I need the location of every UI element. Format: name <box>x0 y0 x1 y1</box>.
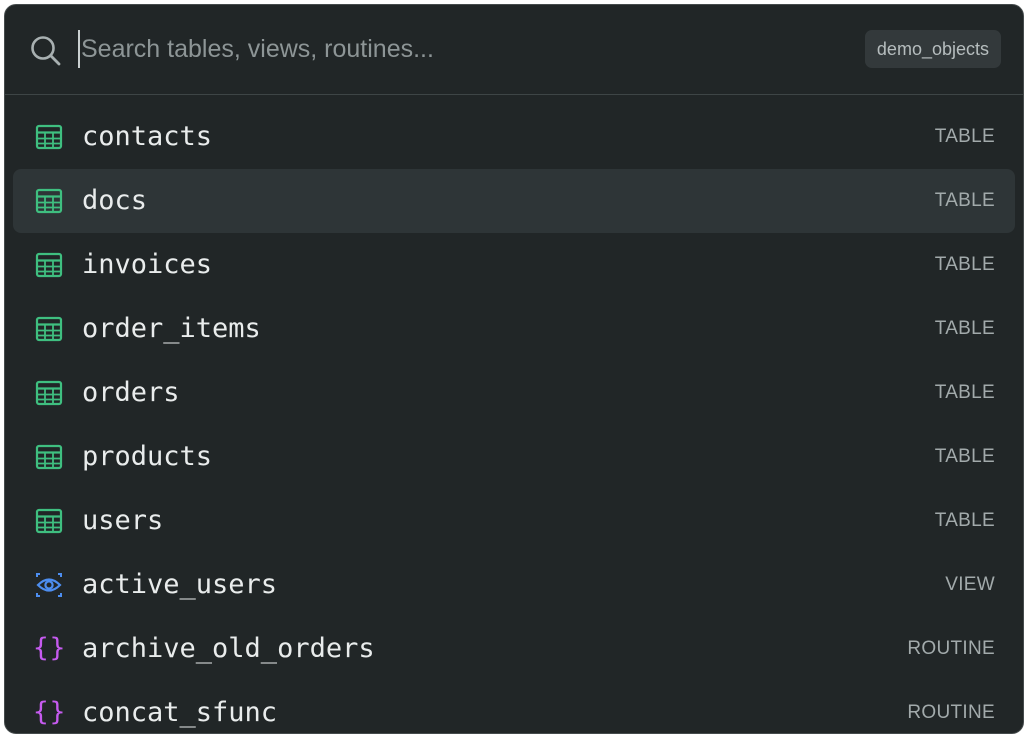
result-row[interactable]: contacts TABLE <box>13 105 1015 169</box>
result-name: users <box>82 505 164 536</box>
result-row[interactable]: {} concat_sfunc ROUTINE <box>13 681 1015 733</box>
result-name: products <box>82 441 213 472</box>
result-name: archive_old_orders <box>82 633 375 664</box>
result-kind: VIEW <box>945 574 995 595</box>
result-kind: TABLE <box>934 126 995 147</box>
table-icon <box>35 507 63 535</box>
search-input[interactable] <box>77 27 777 71</box>
table-icon <box>35 443 63 471</box>
result-kind: TABLE <box>934 254 995 275</box>
table-icon <box>35 123 63 151</box>
result-kind: TABLE <box>934 190 995 211</box>
result-name: concat_sfunc <box>82 697 278 728</box>
result-name: order_items <box>82 313 261 344</box>
table-icon <box>35 315 63 343</box>
table-icon <box>35 251 63 279</box>
result-row[interactable]: users TABLE <box>13 489 1015 553</box>
result-kind: TABLE <box>934 510 995 531</box>
result-kind: TABLE <box>934 446 995 467</box>
result-row[interactable]: products TABLE <box>13 425 1015 489</box>
search-bar: demo_objects <box>5 5 1023 95</box>
result-row[interactable]: {} archive_old_orders ROUTINE <box>13 617 1015 681</box>
result-row[interactable]: docs TABLE <box>13 169 1015 233</box>
result-kind: ROUTINE <box>907 638 995 659</box>
result-kind: TABLE <box>934 318 995 339</box>
result-kind: TABLE <box>934 382 995 403</box>
braces-icon: {} <box>33 633 67 663</box>
result-row[interactable]: order_items TABLE <box>13 297 1015 361</box>
result-kind: ROUTINE <box>907 702 995 723</box>
result-name: contacts <box>82 121 213 152</box>
results-list: contacts TABLE docs TABLE invoices TABLE order… <box>5 105 1023 733</box>
result-name: docs <box>82 185 148 216</box>
result-name: invoices <box>82 249 213 280</box>
text-caret <box>78 30 80 68</box>
result-name: orders <box>82 377 180 408</box>
result-row[interactable]: invoices TABLE <box>13 233 1015 297</box>
table-icon <box>35 379 63 407</box>
result-row[interactable]: active_users VIEW <box>13 553 1015 617</box>
schema-badge[interactable]: demo_objects <box>864 30 1001 68</box>
result-name: active_users <box>82 569 278 600</box>
command-palette: demo_objects contactsTABLEdocsTABLEinvoi… <box>4 4 1024 734</box>
result-row[interactable]: orders TABLE <box>13 361 1015 425</box>
table-icon <box>35 187 63 215</box>
search-icon <box>29 34 63 68</box>
eye-icon <box>35 571 63 599</box>
braces-icon: {} <box>33 697 67 727</box>
